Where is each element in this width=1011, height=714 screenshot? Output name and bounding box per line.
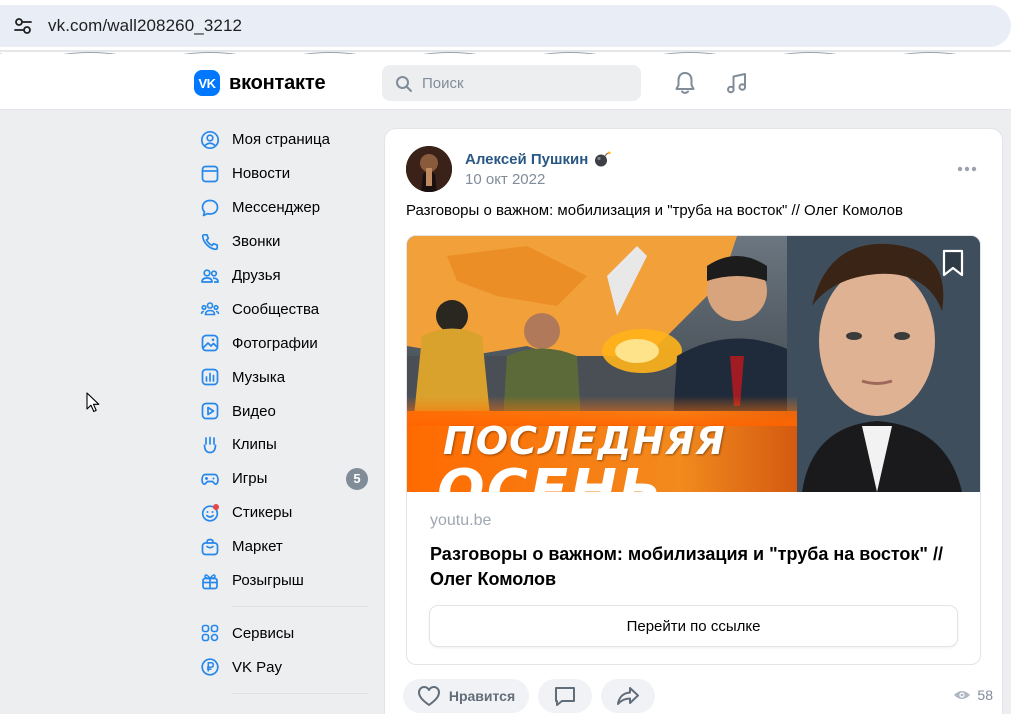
nav-item-stickers[interactable]: Стикеры (190, 496, 380, 530)
phone-icon (201, 233, 219, 250)
comment-button[interactable] (538, 679, 592, 713)
search-input[interactable] (422, 65, 632, 101)
thumbnail-caption-2: ОСЕНЬ (437, 458, 664, 492)
vk-logo-text: вконтакте (229, 71, 326, 94)
nav-label: Моя страница (232, 131, 330, 149)
communities-icon (200, 302, 220, 316)
share-button[interactable] (601, 679, 655, 713)
nav-item-communities[interactable]: Сообщества (190, 292, 380, 326)
nav-label: Мессенджер (232, 199, 321, 217)
nav-item-market[interactable]: Маркет (190, 530, 380, 564)
friends-icon (201, 268, 219, 283)
bell-icon[interactable] (672, 70, 698, 96)
nav-label: Сообщества (232, 300, 320, 318)
nav-label: Сервисы (232, 624, 295, 642)
services-icon (201, 625, 219, 642)
nav-label: Видео (232, 402, 276, 420)
search-box[interactable] (382, 65, 641, 101)
eye-icon (954, 691, 971, 699)
thumbnail-caption: ПОСЛЕДНЯЯ (443, 419, 726, 463)
nav-item-news[interactable]: Новости (190, 157, 380, 191)
wall-post: Алексей Пушкин 10 окт 2022 Разговоры о в… (384, 128, 1003, 714)
video-icon (201, 402, 219, 420)
left-nav: Моя страница Новости Мессенджер Звонки Д… (190, 123, 380, 703)
nav-label: Маркет (232, 538, 283, 556)
nav-item-calls[interactable]: Звонки (190, 225, 380, 259)
like-button[interactable]: Нравится (403, 679, 529, 713)
nav-label: Звонки (232, 233, 281, 251)
gift-icon (202, 573, 218, 589)
author-name[interactable]: Алексей Пушкин (465, 150, 611, 168)
address-bar[interactable]: vk.com/wall208260_3212 (0, 5, 1011, 47)
views-number: 58 (977, 687, 993, 703)
nav-item-services[interactable]: Сервисы (190, 616, 380, 650)
video-thumbnail[interactable]: ПОСЛЕДНЯЯ ОСЕНЬ (407, 236, 980, 492)
nav-divider (232, 693, 368, 695)
nav-item-vkpay[interactable]: VK Pay (190, 650, 380, 684)
nav-label: Розыгрыш (232, 572, 304, 590)
browser-toolbar: vk.com/wall208260_3212 (0, 0, 1011, 54)
post-text: Разговоры о важном: мобилизация и "труба… (406, 202, 903, 219)
music-icon[interactable] (724, 70, 750, 96)
nav-label: Фотографии (232, 334, 318, 352)
photo-icon (201, 334, 219, 352)
site-settings-icon[interactable] (12, 15, 34, 37)
nav-divider (232, 606, 368, 608)
vkpay-icon (201, 658, 219, 676)
news-icon (201, 165, 219, 183)
author-name-text[interactable]: Алексей Пушкин (465, 151, 588, 168)
link-domain: youtu.be (430, 512, 492, 529)
like-label: Нравится (448, 688, 516, 704)
sticker-icon (201, 503, 219, 522)
site-header: VK вконтакте (0, 54, 1011, 110)
heart-icon (417, 686, 440, 706)
nav-item-video[interactable]: Видео (190, 394, 380, 428)
user-circle-icon (200, 130, 220, 149)
nav-item-my-page[interactable]: Моя страница (190, 123, 380, 157)
post-date[interactable]: 10 окт 2022 (465, 171, 545, 188)
bookmark-icon[interactable] (940, 248, 966, 278)
message-icon (201, 199, 219, 217)
gamepad-icon (201, 473, 219, 485)
games-badge: 5 (346, 467, 368, 490)
nav-item-clips[interactable]: Клипы (190, 428, 380, 462)
nav-label: Музыка (232, 368, 286, 386)
nav-label: Стикеры (232, 504, 293, 522)
nav-label: Друзья (232, 267, 281, 284)
link-title[interactable]: Разговоры о важном: мобилизация и "труба… (430, 542, 970, 592)
nav-item-giveaway[interactable]: Розыгрыш (190, 564, 380, 598)
more-icon[interactable] (955, 159, 979, 179)
nav-item-photos[interactable]: Фотографии (190, 326, 380, 360)
avatar-image (406, 146, 452, 192)
views-count: 58 (953, 687, 993, 703)
nav-label: Игры (232, 470, 268, 488)
nav-label: VK Pay (232, 658, 283, 676)
post-actions: Нравится 58 (403, 679, 993, 713)
nav-item-friends[interactable]: Друзья (190, 259, 380, 293)
nav-label: Клипы (232, 436, 277, 454)
url-text[interactable]: vk.com/wall208260_3212 (48, 16, 242, 36)
search-icon (396, 76, 412, 92)
nav-item-messenger[interactable]: Мессенджер (190, 191, 380, 225)
market-icon (201, 538, 219, 555)
bomb-icon (595, 151, 611, 167)
nav-item-games[interactable]: Игры 5 (190, 462, 380, 496)
open-link-button[interactable]: Перейти по ссылке (430, 606, 957, 646)
nav-item-music[interactable]: Музыка (190, 360, 380, 394)
comment-icon (555, 687, 575, 706)
clips-icon (203, 436, 217, 454)
nav-label: Новости (232, 165, 291, 183)
share-icon (617, 687, 639, 705)
music-icon (201, 368, 219, 386)
link-attachment[interactable]: ПОСЛЕДНЯЯ ОСЕНЬ youtu.be Разговоры о важ… (406, 235, 981, 665)
vk-logo-mark: VK (194, 70, 220, 96)
mouse-cursor-icon (86, 392, 100, 413)
vk-logo[interactable]: VK вконтакте (194, 70, 326, 96)
author-avatar[interactable] (406, 146, 452, 192)
